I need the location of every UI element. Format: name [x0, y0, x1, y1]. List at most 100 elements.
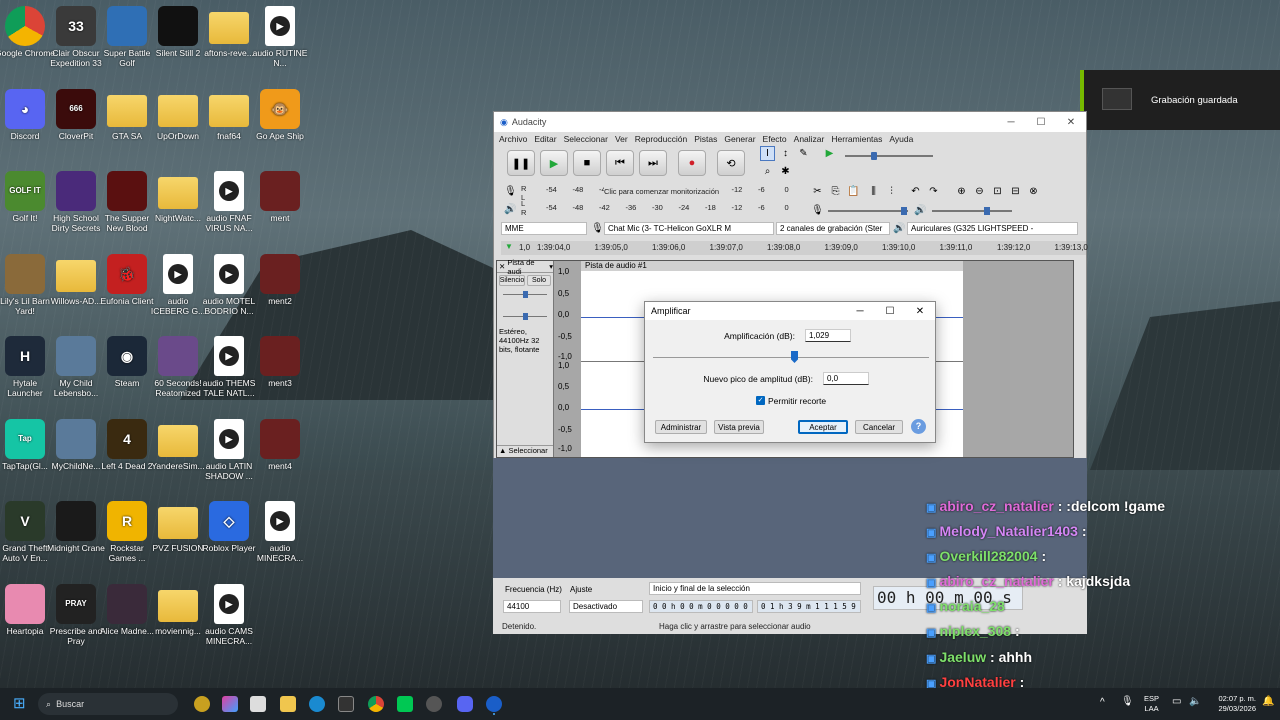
close-button[interactable]: ✕	[1056, 117, 1086, 128]
redo-icon[interactable]: ↷	[926, 184, 941, 199]
dialog-close-button[interactable]: ✕	[905, 306, 935, 317]
pause-button[interactable]: ❚❚	[507, 150, 535, 176]
selection-end-time[interactable]: 0 1 h 3 9 m 1 1 1 5 9 s	[757, 600, 861, 613]
multi-tool-icon[interactable]: ✱	[778, 164, 793, 179]
snap-select[interactable]: Desactivado	[569, 600, 643, 613]
preview-button[interactable]: Vista previa	[714, 420, 764, 434]
stop-button[interactable]: ■	[573, 150, 601, 176]
host-select[interactable]: MME	[501, 222, 587, 235]
menu-item[interactable]: Pistas	[694, 134, 717, 144]
zoom-out-icon[interactable]: ⊖	[972, 184, 987, 199]
selection-start-time[interactable]: 0 0 h 0 0 m 0 0 0 0 0 s	[649, 600, 753, 613]
select-track-button[interactable]: Seleccionar	[509, 446, 548, 455]
mute-button[interactable]: Silencio	[499, 275, 525, 286]
allow-clipping-checkbox[interactable]: ✓	[756, 396, 765, 405]
amplification-input[interactable]: 1,029	[805, 329, 851, 342]
undo-icon[interactable]: ↶	[908, 184, 923, 199]
mic-tray-icon[interactable]: 🎙	[1121, 696, 1134, 707]
show-hidden-icon[interactable]: ^	[1100, 697, 1105, 708]
chat-username[interactable]: Overkill282004	[939, 548, 1037, 564]
menu-item[interactable]: Archivo	[499, 134, 527, 144]
widgets-icon[interactable]	[194, 696, 210, 712]
manage-button[interactable]: Administrar	[655, 420, 707, 434]
mic-volume-slider[interactable]	[828, 207, 908, 215]
greenapp-icon[interactable]	[397, 696, 413, 712]
app-icon[interactable]	[338, 696, 354, 712]
taskbar-search-box[interactable]: ⌕ Buscar	[38, 693, 178, 715]
amplification-slider[interactable]	[653, 351, 929, 363]
zoom-toggle-icon[interactable]: ⊗	[1026, 184, 1041, 199]
track-close-icon[interactable]: ✕	[499, 262, 505, 271]
dialog-minimize-button[interactable]: ─	[845, 306, 875, 317]
recording-saved-notification[interactable]: Grabación guardada	[1080, 70, 1280, 130]
cancel-button[interactable]: Cancelar	[855, 420, 903, 434]
pan-slider[interactable]	[503, 313, 547, 320]
loop-button[interactable]: ⟲	[717, 150, 745, 176]
play-speed-slider[interactable]	[845, 152, 933, 160]
file-explorer-icon[interactable]	[280, 696, 296, 712]
audacity-taskbar-icon[interactable]	[486, 696, 502, 712]
menu-item[interactable]: Analizar	[794, 134, 825, 144]
solo-button[interactable]: Solo	[527, 275, 551, 286]
collapse-icon[interactable]: ▲	[499, 446, 506, 455]
new-peak-input[interactable]: 0,0	[823, 372, 869, 385]
menu-item[interactable]: Reproducción	[635, 134, 687, 144]
input-device-select[interactable]: Chat Mic (3- TC-Helicon GoXLR M	[604, 222, 774, 235]
menu-item[interactable]: Ver	[615, 134, 628, 144]
envelope-tool-icon[interactable]: ↕	[778, 146, 793, 161]
desktop-icon[interactable]: ment2	[250, 253, 310, 306]
play-button[interactable]: ▶	[540, 150, 568, 176]
chat-username[interactable]: abiro_cz_natalier	[939, 573, 1053, 589]
microphone-icon[interactable]: 🎙	[503, 184, 518, 199]
channels-select[interactable]: 2 canales de grabación (Ster	[776, 222, 890, 235]
chat-username[interactable]: noraia_28	[939, 598, 1004, 614]
language-indicator[interactable]: ESP LAA	[1144, 694, 1159, 714]
chrome-icon[interactable]	[368, 696, 384, 712]
desktop-icon[interactable]: ment	[250, 171, 310, 223]
desktop-icon[interactable]: ment4	[250, 418, 310, 471]
desktop-icon[interactable]: 🐵 Go Ape Ship	[250, 88, 310, 141]
selection-mode-select[interactable]: Inicio y final de la selección	[649, 582, 861, 595]
cut-icon[interactable]: ✂	[810, 184, 825, 199]
zoom-tool-icon[interactable]: ⌕	[760, 164, 775, 179]
obs-icon[interactable]	[426, 696, 442, 712]
playback-meter[interactable]: -54 -48 -42 -36 -30 -24 -18 -12 -6 0	[530, 203, 790, 215]
skip-start-button[interactable]: ⏮	[606, 150, 634, 176]
chat-username[interactable]: abiro_cz_natalier	[939, 498, 1053, 514]
desktop-icon[interactable]: ▶ audio CAMS MINECRA...	[199, 583, 259, 646]
zoom-in-icon[interactable]: ⊕	[954, 184, 969, 199]
network-icon[interactable]: ▭	[1172, 696, 1181, 707]
chat-username[interactable]: Melody_Natalier1403	[939, 523, 1078, 539]
desktop-icon[interactable]: ▶ audio MINECRA...	[250, 501, 310, 563]
menu-item[interactable]: Generar	[724, 134, 755, 144]
copilot-icon[interactable]	[222, 696, 238, 712]
skip-end-button[interactable]: ⏭	[639, 150, 667, 176]
store-icon[interactable]	[250, 696, 266, 712]
chat-username[interactable]: Jaeluw	[939, 649, 986, 665]
minimize-button[interactable]: ─	[996, 117, 1026, 128]
maximize-button[interactable]: ☐	[1026, 117, 1056, 128]
menu-item[interactable]: Efecto	[763, 134, 787, 144]
speaker-icon[interactable]: 🔊	[503, 202, 518, 217]
dialog-maximize-button[interactable]: ☐	[875, 306, 905, 317]
notifications-bell-icon[interactable]: 🔔	[1262, 696, 1274, 707]
trim-icon[interactable]: ⫼	[866, 184, 881, 199]
fit-selection-icon[interactable]: ⊡	[990, 184, 1005, 199]
desktop-icon[interactable]: ▶ audio RUTINE N...	[250, 6, 310, 68]
ok-button[interactable]: Aceptar	[798, 420, 848, 434]
paste-icon[interactable]: 📋	[846, 184, 861, 199]
discord-icon[interactable]	[457, 696, 473, 712]
clock[interactable]: 02:07 p. m. 29/03/2026	[1200, 694, 1256, 714]
silence-icon[interactable]: ⫶	[884, 184, 899, 199]
output-device-select[interactable]: Auriculares (G325 LIGHTSPEED -	[907, 222, 1078, 235]
edge-icon[interactable]	[309, 696, 325, 712]
output-volume-slider[interactable]	[932, 207, 1012, 215]
playhead-icon[interactable]: ▼	[505, 242, 513, 251]
start-windows-icon[interactable]: ⊞	[13, 694, 29, 712]
track-menu-chevron-icon[interactable]: ▾	[549, 262, 553, 271]
desktop-icon[interactable]: ment3	[250, 336, 310, 388]
draw-tool-icon[interactable]: ✎	[796, 146, 811, 161]
menu-item[interactable]: Ayuda	[889, 134, 913, 144]
menu-item[interactable]: Editar	[534, 134, 556, 144]
record-button[interactable]: ●	[678, 150, 706, 176]
